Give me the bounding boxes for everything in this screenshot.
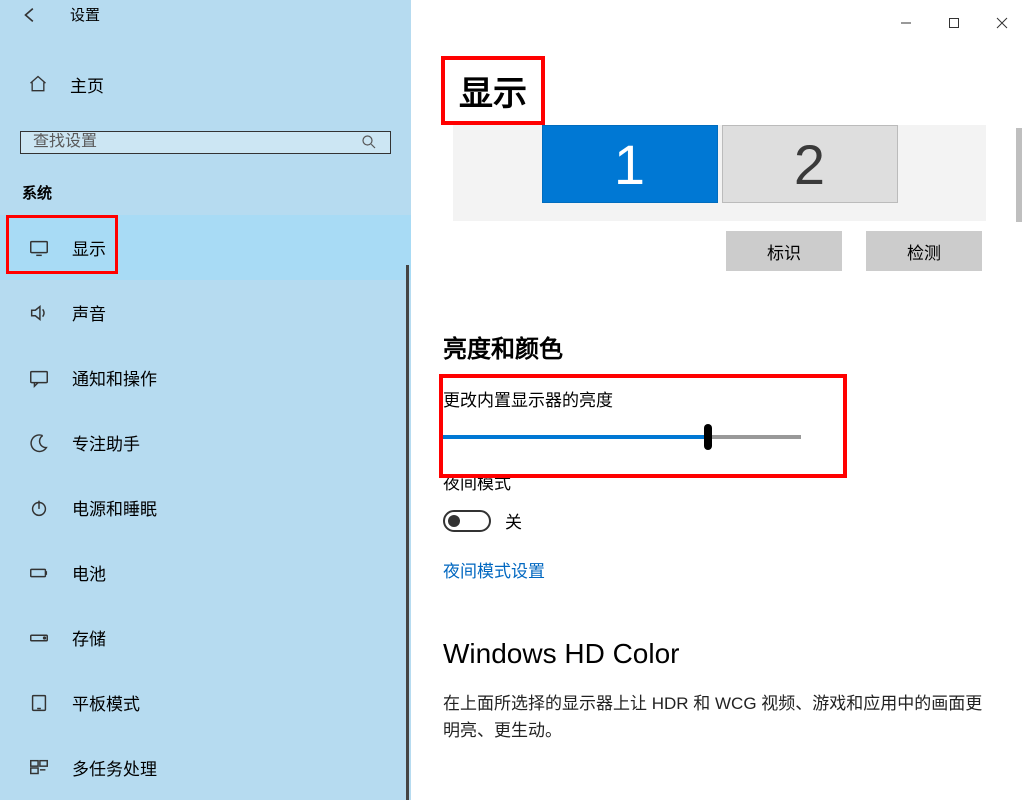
monitor-icon (28, 237, 50, 259)
home-icon (28, 74, 48, 94)
search-input[interactable] (33, 133, 360, 151)
home-label: 主页 (70, 72, 104, 97)
slider-thumb[interactable] (704, 424, 712, 450)
toggle-knob (448, 515, 460, 527)
nav-item-sound[interactable]: 声音 (0, 280, 411, 345)
tablet-icon (28, 692, 50, 714)
home-link[interactable]: 主页 (0, 54, 411, 115)
monitor-layout-area: 1 2 (453, 125, 986, 221)
nav-item-storage[interactable]: 存储 (0, 605, 411, 670)
nav-label: 平板模式 (72, 690, 140, 715)
sidebar-scrollbar[interactable] (406, 265, 409, 800)
brightness-block: 更改内置显示器的亮度 (439, 386, 1026, 439)
night-mode-settings-link[interactable]: 夜间模式设置 (443, 557, 545, 582)
brightness-slider[interactable] (443, 435, 801, 439)
nav-label: 通知和操作 (72, 365, 157, 390)
power-icon (28, 497, 50, 519)
hd-color-description: 在上面所选择的显示器上让 HDR 和 WCG 视频、游戏和应用中的画面更明亮、更… (443, 690, 984, 744)
nav-item-tablet[interactable]: 平板模式 (0, 670, 411, 735)
night-mode-label: 夜间模式 (443, 469, 1026, 494)
multitask-icon (28, 757, 50, 779)
nav-list: 显示 声音 通知和操作 专注助手 电源和睡眠 电池 存储 平板模式 (0, 215, 411, 800)
nav-label: 声音 (72, 300, 106, 325)
nav-item-battery[interactable]: 电池 (0, 540, 411, 605)
nav-item-display[interactable]: 显示 (0, 215, 411, 280)
nav-label: 存储 (72, 625, 106, 650)
monitor-1[interactable]: 1 (542, 125, 718, 203)
night-mode-state: 关 (505, 508, 522, 533)
sidebar-header: 设置 (0, 0, 411, 30)
nav-item-power[interactable]: 电源和睡眠 (0, 475, 411, 540)
main-scrollbar[interactable] (1016, 128, 1022, 800)
moon-icon (28, 432, 50, 454)
search-box[interactable] (20, 131, 391, 154)
hd-color-title: Windows HD Color (443, 638, 1026, 670)
brightness-section-title: 亮度和颜色 (443, 329, 1026, 364)
identify-button[interactable]: 标识 (726, 231, 842, 271)
category-label: 系统 (0, 154, 411, 215)
nav-item-multitask[interactable]: 多任务处理 (0, 735, 411, 800)
sidebar: 设置 主页 系统 显示 声音 通知和操作 专注助手 (0, 0, 411, 800)
night-mode-toggle[interactable] (443, 510, 491, 532)
nav-label: 显示 (72, 235, 106, 260)
nav-item-notifications[interactable]: 通知和操作 (0, 345, 411, 410)
scrollbar-thumb[interactable] (1016, 128, 1022, 222)
battery-icon (28, 562, 50, 584)
search-icon (360, 133, 378, 151)
brightness-label: 更改内置显示器的亮度 (443, 386, 1026, 411)
nav-label: 专注助手 (72, 430, 140, 455)
monitor-2[interactable]: 2 (722, 125, 898, 203)
nav-item-focus[interactable]: 专注助手 (0, 410, 411, 475)
storage-icon (28, 627, 50, 649)
nav-label: 多任务处理 (72, 755, 157, 780)
main-content: 显示 1 2 标识 检测 亮度和颜色 更改内置显示器的亮度 夜间模式 (411, 0, 1026, 800)
message-icon (28, 367, 50, 389)
page-title: 显示 (441, 56, 545, 125)
speaker-icon (28, 302, 50, 324)
nav-label: 电源和睡眠 (72, 495, 157, 520)
window-title: 设置 (70, 4, 100, 25)
back-icon[interactable] (20, 4, 42, 26)
nav-label: 电池 (72, 560, 106, 585)
detect-button[interactable]: 检测 (866, 231, 982, 271)
slider-fill (443, 435, 708, 439)
